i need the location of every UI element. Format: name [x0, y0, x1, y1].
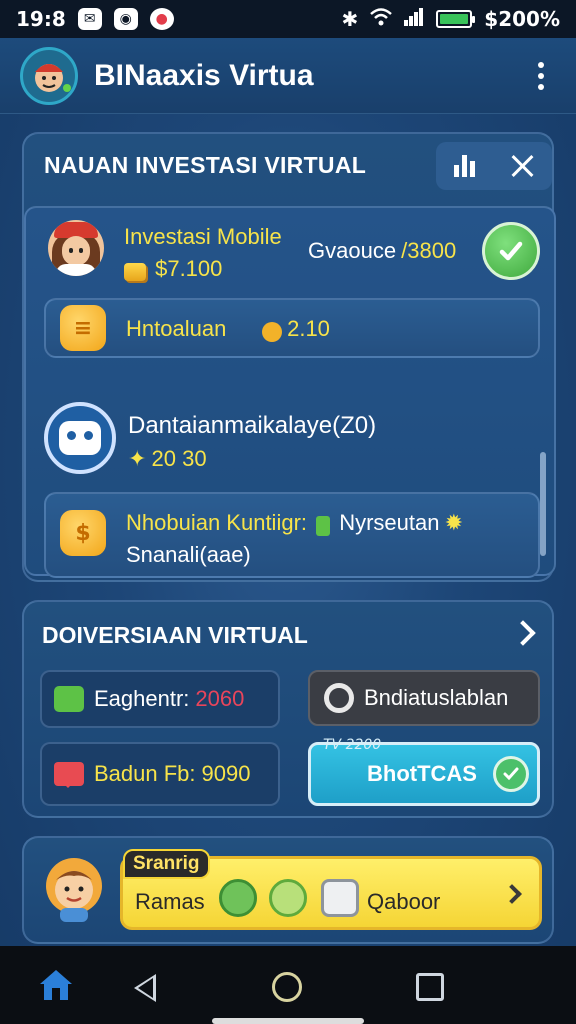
conversion-button-2[interactable]: Bndiatuslablan [308, 670, 540, 726]
investment-panel-title: NAUAN INVESTASI VIRTUAL [44, 152, 367, 178]
investment-amount: $7.100 [155, 256, 223, 281]
row-value: 2.10 [287, 316, 330, 341]
avatar [48, 220, 104, 276]
coins-icon [124, 262, 146, 281]
promo-action: Qaboor [367, 889, 441, 914]
promo-tag: Sranrig [123, 849, 210, 879]
list-item[interactable]: $ Nhobuian Kuntiigr: Nyrseutan ✹ Snanali… [44, 492, 540, 578]
bolt-icon: ✦ [128, 446, 147, 471]
dollar-badge-icon: $ [60, 510, 106, 556]
conversion-value: 9090 [201, 761, 251, 786]
row-sub: Snanali(aae) [126, 542, 251, 567]
conversion-label: Eaghentr: [94, 686, 190, 711]
balance-info: Gvaouce /3800 [308, 238, 456, 264]
chevron-right-icon[interactable] [510, 620, 536, 646]
balance-value: /3800 [401, 238, 457, 263]
close-icon[interactable] [510, 154, 534, 178]
investment-amount-row: $7.100 [124, 256, 222, 282]
home-circle-icon[interactable] [272, 972, 302, 1002]
home-icon[interactable] [36, 964, 76, 1004]
bluetooth-icon: ✱ [341, 7, 359, 31]
check-icon [492, 756, 529, 792]
gesture-pill [212, 1018, 364, 1024]
app-logo[interactable] [20, 46, 78, 105]
document-badge-icon: ≡ [60, 305, 106, 351]
chevron-right-icon [502, 884, 522, 904]
conversion-panel: DOIVERSIAAN VIRTUAL Eaghentr: 2060 Bndia… [22, 600, 554, 818]
recent-apps-icon[interactable] [416, 973, 444, 1001]
list-item[interactable]: Dantaianmaikalaye(Z0) ✦ 20 30 [44, 394, 524, 484]
wallet-icon [54, 686, 84, 712]
conversion-button-4[interactable]: TV 2200 BhotTCAS [308, 737, 540, 806]
wifi-icon [370, 7, 393, 31]
camera-icon: ◉ [113, 8, 138, 30]
investment-card: Investasi Mobile $7.100 Gvaouce /3800 ≡ … [24, 206, 556, 578]
button-tag: TV 2200 [323, 737, 382, 753]
status-bar: 19:8 ✉ ◉ ● ✱ $200% [0, 0, 576, 38]
sun-avatar-icon [44, 856, 104, 922]
stats-icon[interactable] [453, 155, 475, 177]
scrollbar[interactable] [540, 452, 546, 556]
gear-icon: ✹ [444, 510, 464, 535]
battery-icon [436, 10, 476, 28]
promo-banner[interactable]: Sranrig Ramas Qaboor [120, 849, 542, 930]
promo-label: Ramas [135, 889, 205, 914]
row-value-group: 2.10 [262, 316, 330, 342]
investment-name: Investasi Mobile [124, 224, 282, 249]
more-options-icon[interactable] [526, 56, 556, 96]
conversion-button-3[interactable]: Badun Fb: 9090 [40, 742, 280, 806]
row-label-group: Nhobuian Kuntiigr: Nyrseutan ✹ [126, 510, 463, 536]
conversion-button-1[interactable]: Eaghentr: 2060 [40, 670, 280, 728]
app-bar: BINaaxis Virtua [0, 38, 576, 114]
row-value-group: ✦ 20 30 [128, 446, 207, 472]
panel-toolbar [436, 142, 552, 190]
app-title: BINaaxis Virtua [94, 58, 314, 92]
conversion-panel-title: DOIVERSIAAN VIRTUAL [42, 622, 308, 648]
status-time: 19:8 [16, 7, 66, 31]
conversion-label: BhotTCAS [367, 761, 477, 786]
signal-icon [404, 7, 424, 31]
conversion-label: Badun Fb: [94, 761, 196, 786]
notification-icon: ● [149, 8, 174, 30]
row-label: Hntoaluan [126, 316, 227, 341]
row-label: Nhobuian Kuntiigr: [126, 510, 308, 535]
confirm-check-button[interactable] [482, 222, 540, 280]
investment-panel: NAUAN INVESTASI VIRTUAL Investasi Mobile… [22, 132, 556, 582]
link-icon [324, 683, 354, 713]
check-icon [499, 241, 523, 261]
promo-panel: Sranrig Ramas Qaboor [22, 836, 554, 944]
gift-icon [269, 879, 307, 917]
row-value: 20 30 [151, 446, 207, 471]
balance-label: Gvaouce [308, 238, 397, 263]
conversion-value: 2060 [195, 686, 245, 711]
battery-text: $200% [484, 7, 560, 31]
row-extra: Nyrseutan [339, 510, 440, 535]
row-label: Dantaianmaikalaye(Z0) [128, 412, 377, 439]
plant-icon [219, 879, 257, 917]
message-icon: ✉ [77, 8, 102, 30]
box-icon [321, 879, 359, 917]
bottle-icon [316, 515, 331, 536]
back-icon[interactable] [134, 974, 156, 1002]
robot-ring-icon [44, 402, 116, 474]
coin-icon [262, 321, 282, 342]
conversion-label: Bndiatuslablan [364, 685, 509, 710]
chat-icon [54, 762, 84, 788]
system-nav-bar [0, 946, 576, 1024]
list-item[interactable]: ≡ Hntoaluan 2.10 [44, 298, 540, 358]
